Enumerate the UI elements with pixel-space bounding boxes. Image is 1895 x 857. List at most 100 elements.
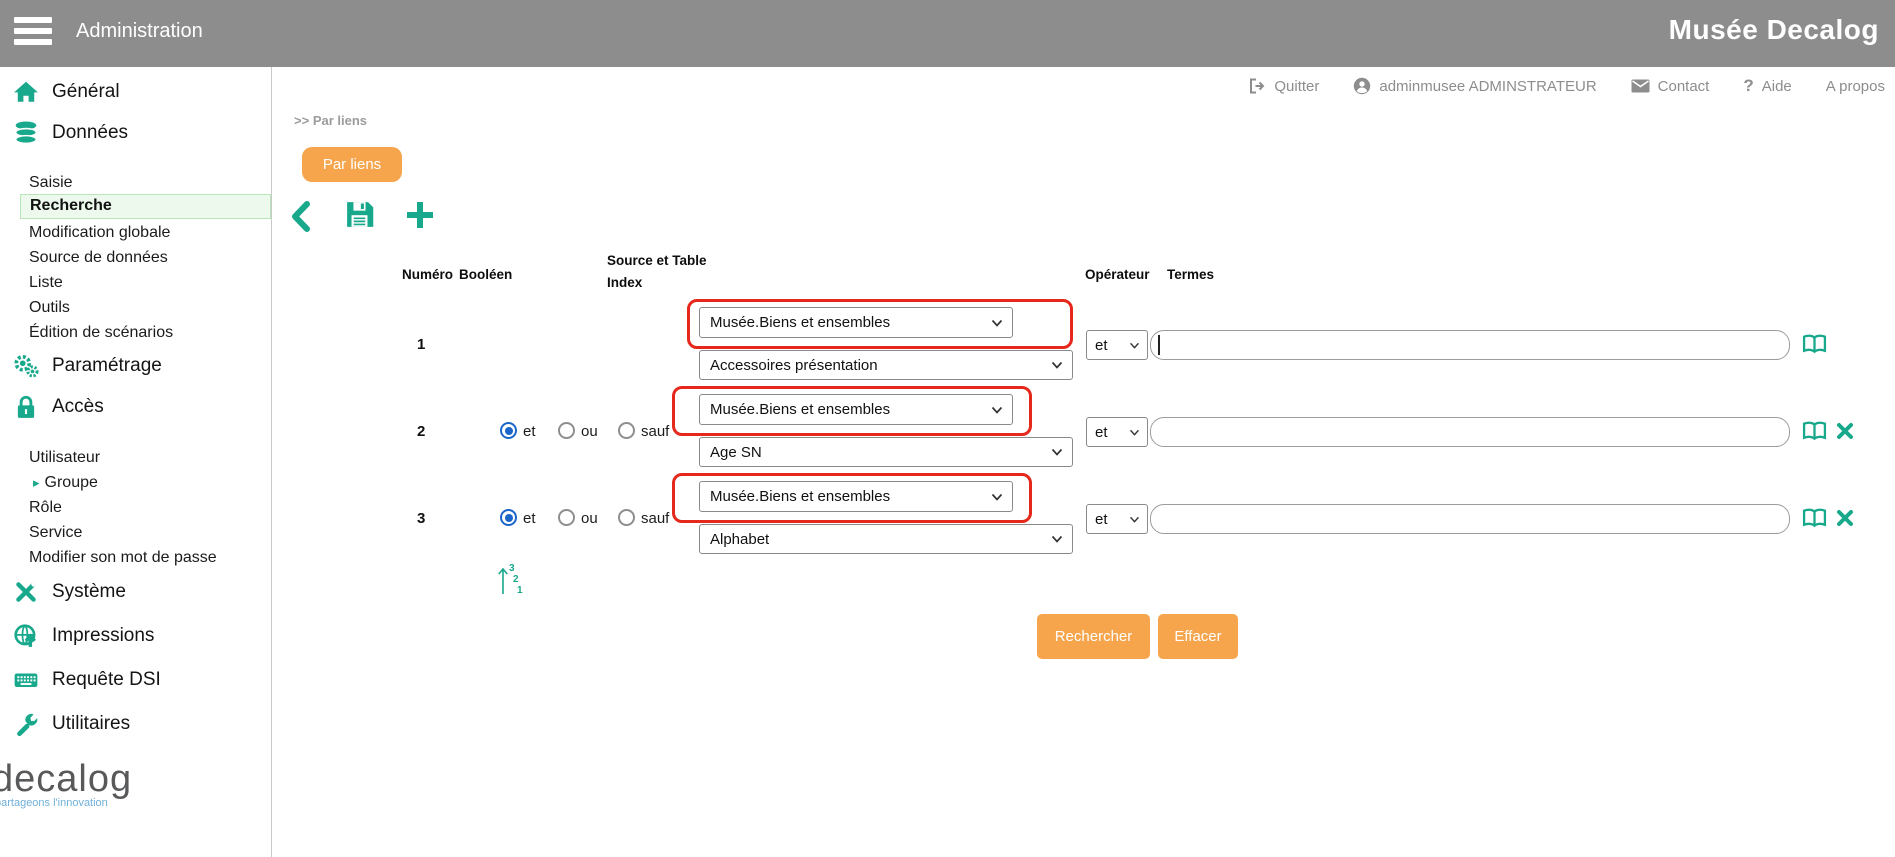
operator-select-row1[interactable]: et [1086, 330, 1148, 360]
header-operateur: Opérateur [1085, 267, 1150, 282]
breadcrumb: >> Par liens [294, 113, 367, 128]
index-select-row2[interactable]: Age SN [699, 437, 1073, 467]
sidebar-item-utilitaires[interactable]: Utilitaires [12, 710, 130, 737]
sidebar-item-saisie[interactable]: Saisie [29, 172, 73, 193]
boolean-radio-ou[interactable] [558, 509, 575, 526]
sidebar-item-source-de-donnees[interactable]: Source de données [29, 247, 168, 268]
sidebar-item-impressions[interactable]: Impressions [12, 622, 154, 649]
term-input-row1[interactable] [1150, 330, 1790, 360]
top-bar: Administration Musée Decalog [0, 0, 1895, 67]
main-content: Quitter adminmusee ADMINSTRATEUR Contact… [271, 67, 1895, 857]
help-link[interactable]: ? Aide [1743, 76, 1791, 96]
operator-select-row3[interactable]: et [1086, 504, 1148, 534]
chevron-down-icon [1129, 342, 1140, 349]
boolean-radio-sauf[interactable] [618, 422, 635, 439]
chevron-down-icon [1051, 535, 1063, 543]
chevron-right-icon: ▸ [33, 475, 40, 490]
sidebar-item-service[interactable]: Service [29, 522, 82, 543]
add-icon[interactable] [404, 199, 436, 231]
sort-order-icon[interactable]: 3 2 1 [497, 562, 529, 602]
about-link[interactable]: A propos [1826, 78, 1885, 95]
sidebar-item-outils[interactable]: Outils [29, 297, 70, 318]
term-input-row3[interactable] [1150, 504, 1790, 534]
boolean-radio-sauf[interactable] [618, 509, 635, 526]
sidebar-item-label: Paramétrage [52, 355, 162, 377]
sidebar-item-groupe[interactable]: ▸Groupe [33, 472, 98, 493]
header-booleen: Booléen [459, 267, 512, 282]
sidebar-item-modification-globale[interactable]: Modification globale [29, 222, 170, 243]
save-icon[interactable] [343, 198, 376, 231]
row-number: 1 [417, 336, 425, 353]
term-input-row2[interactable] [1150, 417, 1790, 447]
hamburger-menu-icon[interactable] [14, 16, 54, 50]
chevron-down-icon [991, 406, 1003, 414]
sidebar-item-recherche-active[interactable]: Recherche [20, 194, 271, 219]
app-title: Administration [76, 20, 203, 43]
boolean-label-ou[interactable]: ou [581, 510, 598, 527]
header-termes: Termes [1167, 267, 1214, 282]
source-select-row3[interactable]: Musée.Biens et ensembles [699, 481, 1013, 512]
question-mark-icon: ? [1743, 76, 1753, 96]
header-index: Index [607, 275, 642, 290]
chevron-down-icon [991, 493, 1003, 501]
boolean-radio-ou[interactable] [558, 422, 575, 439]
boolean-radio-et[interactable] [500, 422, 517, 439]
sidebar-item-requete-dsi[interactable]: Requête DSI [12, 666, 161, 693]
chevron-down-icon [991, 319, 1003, 327]
print-globe-icon [12, 622, 39, 649]
sidebar-item-liste[interactable]: Liste [29, 272, 63, 293]
database-icon [12, 119, 39, 146]
index-select-row1[interactable]: Accessoires présentation [699, 350, 1073, 380]
close-x-icon[interactable] [1836, 422, 1854, 440]
index-select-row3[interactable]: Alphabet [699, 524, 1073, 554]
boolean-label-et[interactable]: et [523, 510, 536, 527]
boolean-label-ou[interactable]: ou [581, 423, 598, 440]
open-book-icon[interactable] [1802, 508, 1827, 529]
boolean-radio-et[interactable] [500, 509, 517, 526]
sidebar-item-label: Données [52, 122, 128, 144]
chevron-down-icon [1129, 429, 1140, 436]
header-numero: Numéro [402, 267, 453, 282]
sidebar-item-acces[interactable]: Accès [12, 393, 104, 420]
open-book-icon[interactable] [1802, 421, 1827, 442]
back-chevron-icon[interactable] [288, 200, 313, 233]
tab-par-liens[interactable]: Par liens [302, 147, 402, 182]
user-circle-icon [1353, 77, 1371, 95]
operator-select-row2[interactable]: et [1086, 417, 1148, 447]
sidebar-item-role[interactable]: Rôle [29, 497, 62, 518]
quit-link[interactable]: Quitter [1249, 78, 1319, 95]
envelope-icon [1631, 79, 1650, 93]
sidebar-item-label: Général [52, 81, 120, 103]
sidebar-item-parametrage[interactable]: Paramétrage [12, 352, 162, 379]
sidebar-item-label: Impressions [52, 625, 154, 647]
keyboard-icon [12, 666, 39, 693]
sidebar-item-general[interactable]: Général [12, 78, 120, 105]
sidebar-item-donnees[interactable]: Données [12, 119, 128, 146]
row-number: 2 [417, 423, 425, 440]
utility-bar: Quitter adminmusee ADMINSTRATEUR Contact… [1249, 76, 1885, 96]
current-user[interactable]: adminmusee ADMINSTRATEUR [1353, 77, 1596, 95]
boolean-label-sauf[interactable]: sauf [641, 510, 669, 527]
padlock-icon [12, 393, 39, 420]
sidebar-item-systeme[interactable]: Système [12, 578, 126, 605]
sign-out-icon [1249, 78, 1266, 94]
boolean-label-sauf[interactable]: sauf [641, 423, 669, 440]
sidebar-item-label: Accès [52, 396, 104, 418]
close-x-icon[interactable] [1836, 509, 1854, 527]
sidebar-item-edition-de-scenarios[interactable]: Édition de scénarios [29, 322, 173, 343]
logo-text: decalog [0, 761, 132, 797]
boolean-label-et[interactable]: et [523, 423, 536, 440]
text-caret [1158, 335, 1160, 355]
source-select-row2[interactable]: Musée.Biens et ensembles [699, 394, 1013, 425]
sidebar-item-utilisateur[interactable]: Utilisateur [29, 447, 100, 468]
search-button[interactable]: Rechercher [1037, 614, 1150, 659]
header-source-table: Source et Table [607, 253, 707, 268]
sidebar-item-label: Utilitaires [52, 713, 130, 735]
source-select-row1[interactable]: Musée.Biens et ensembles [699, 307, 1013, 338]
contact-link[interactable]: Contact [1631, 78, 1710, 95]
chevron-down-icon [1129, 516, 1140, 523]
open-book-icon[interactable] [1802, 334, 1827, 355]
sidebar-item-label: Système [52, 581, 126, 603]
clear-button[interactable]: Effacer [1158, 614, 1238, 659]
sidebar-item-modifier-mot-de-passe[interactable]: Modifier son mot de passe [29, 547, 217, 568]
